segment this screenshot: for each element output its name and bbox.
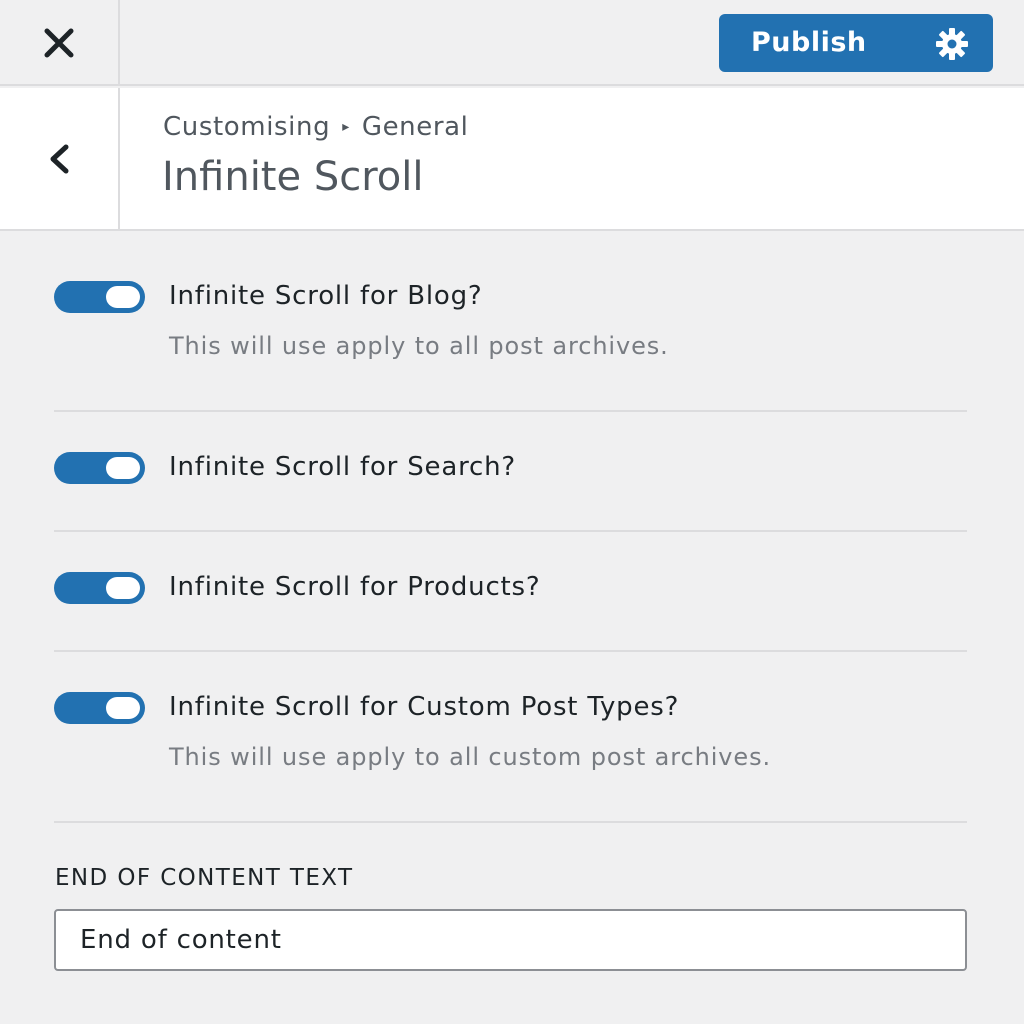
toggle-search[interactable] [54,452,145,484]
setting-description-custom-post-types: This will use apply to all custom post a… [169,743,772,771]
toggle-custom-post-types[interactable] [54,692,145,724]
divider [54,410,967,412]
breadcrumb-item-general: General [361,112,469,142]
page-title: Infinite Scroll [162,154,424,200]
setting-label-search: Infinite Scroll for Search? [169,452,516,482]
close-button[interactable] [0,0,120,86]
customizer-topbar: Publish [0,0,1024,86]
toggle-knob [106,286,140,308]
breadcrumb: Customising ▸ General [163,112,469,142]
end-content-label: END OF CONTENT TEXT [55,865,354,891]
setting-description-blog: This will use apply to all post archives… [169,332,669,360]
divider [54,530,967,532]
toggle-knob [106,457,140,479]
divider [54,650,967,652]
setting-label-products: Infinite Scroll for Products? [169,572,541,602]
setting-label-blog: Infinite Scroll for Blog? [169,281,483,311]
toggle-knob [106,697,140,719]
chevron-left-icon [50,144,69,173]
toggle-knob [106,577,140,599]
end-content-input[interactable] [54,909,967,971]
toggle-blog[interactable] [54,281,145,313]
publish-button[interactable]: Publish [719,14,993,72]
breadcrumb-item-customising: Customising [163,112,331,142]
back-button[interactable] [0,88,120,229]
toggle-products[interactable] [54,572,145,604]
breadcrumb-separator-icon: ▸ [342,119,350,135]
publish-label: Publish [751,27,867,58]
gear-icon[interactable] [935,27,969,61]
section-header: Customising ▸ General Infinite Scroll [0,88,1024,231]
setting-label-custom-post-types: Infinite Scroll for Custom Post Types? [169,692,680,722]
divider [54,821,967,823]
close-icon [44,28,74,58]
